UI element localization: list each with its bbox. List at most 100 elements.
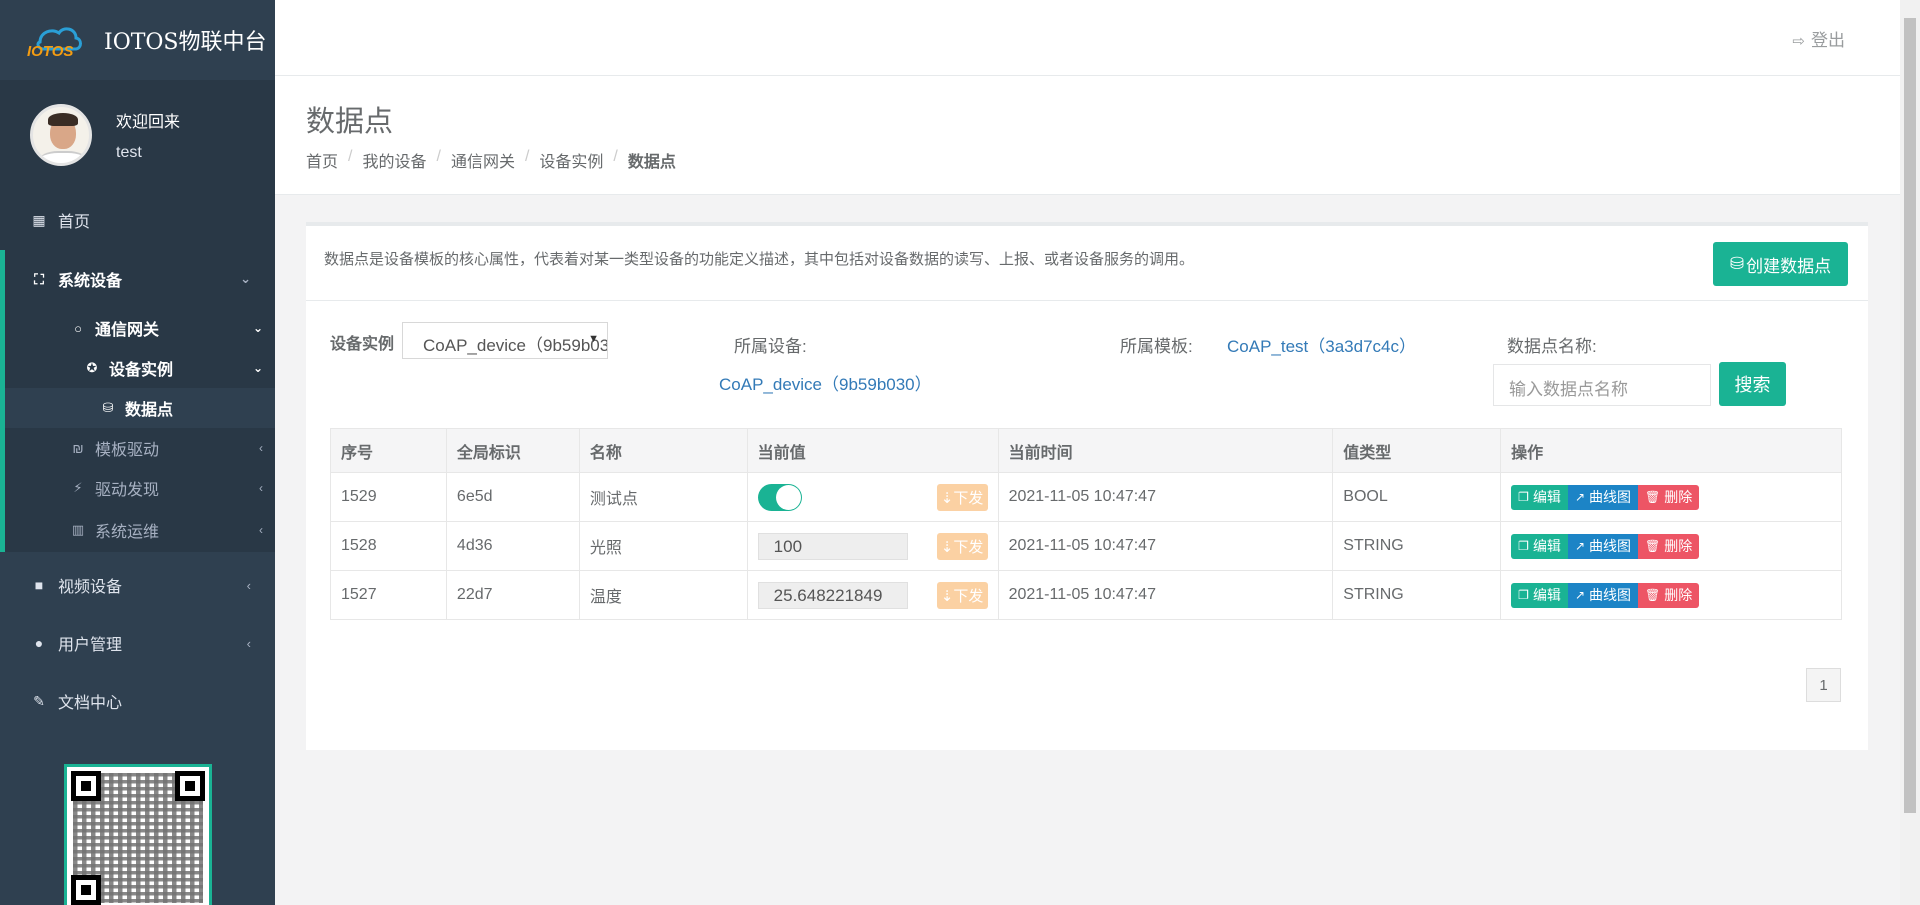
- sidebar-item-system-ops[interactable]: ▥ 系统运维 ‹: [5, 508, 275, 552]
- sidebar-item-driver-discovery[interactable]: ⚡ 驱动发现 ‹: [5, 468, 275, 508]
- send-label: 下发: [953, 588, 984, 605]
- cell-time: 2021-11-05 10:47:47: [997, 521, 1334, 571]
- page-title: 数据点: [306, 106, 394, 138]
- empire-icon: ✪: [86, 360, 98, 375]
- edit-button[interactable]: ❐ 编辑: [1511, 484, 1568, 510]
- send-button[interactable]: ⇣ 下发: [936, 484, 988, 511]
- send-button[interactable]: ⇣ 下发: [936, 533, 988, 560]
- chart-label: 曲线图: [1589, 489, 1631, 505]
- sidebar-item-home[interactable]: ▦ 首页: [0, 190, 275, 250]
- delete-label: 删除: [1664, 489, 1693, 505]
- cell-name: 光照: [578, 521, 748, 571]
- sidebar-item-label: 首页: [58, 214, 91, 231]
- device-link[interactable]: CoAP_device（9b59b030）: [719, 370, 932, 395]
- template-link[interactable]: CoAP_test（3a3d7c4c）: [1227, 332, 1416, 357]
- instance-select-value: CoAP_device（9b59b030）: [423, 336, 607, 355]
- value-input[interactable]: 25.648221849: [757, 581, 908, 609]
- sidebar: IOTOS IOTOS物联中台 欢迎回来 test ▦ 首页 ⛶ 系统设备 ⌄ …: [0, 0, 275, 905]
- search-button[interactable]: 搜索: [1719, 362, 1786, 406]
- cell-time: 2021-11-05 10:47:47: [997, 570, 1334, 620]
- sidebar-item-user-management[interactable]: ● 用户管理 ‹: [0, 614, 275, 672]
- edit-button[interactable]: ❐ 编辑: [1511, 533, 1568, 559]
- cell-id: 1527: [330, 570, 447, 620]
- sidebar-item-device-instance[interactable]: ✪ 设备实例 ⌄: [5, 348, 275, 388]
- sidebar-item-system-devices[interactable]: ⛶ 系统设备 ⌄: [5, 250, 275, 308]
- send-label: 下发: [953, 490, 984, 507]
- sidebar-item-label: 驱动发现: [95, 482, 160, 499]
- sidebar-item-label: 系统运维: [95, 524, 160, 541]
- chevron-left-icon: ‹: [246, 635, 251, 651]
- sidebar-item-gateway[interactable]: ○ 通信网关 ⌄: [5, 308, 275, 348]
- logout-label: 登出: [1811, 31, 1845, 50]
- column-header[interactable]: 全局标识: [445, 428, 580, 473]
- table-row: 1528 4d36 光照 100 ⇣ 下发 2021-11-05 10:47:47…: [330, 521, 1842, 571]
- profile-username[interactable]: test: [116, 144, 180, 162]
- column-header[interactable]: 名称: [578, 428, 748, 473]
- create-data-point-button[interactable]: ⛁ 创建数据点: [1713, 242, 1848, 286]
- caret-down-icon: ▼: [588, 333, 599, 345]
- cell-id: 1529: [330, 472, 447, 522]
- sidebar-item-label: 模板驱动: [95, 442, 160, 459]
- chart-label: 曲线图: [1589, 587, 1631, 603]
- brand-logo-text: IOTOS: [27, 43, 73, 60]
- cell-type: BOOL: [1332, 472, 1502, 522]
- scrollbar-thumb[interactable]: [1904, 18, 1916, 813]
- chart-button[interactable]: ↗ 曲线图: [1567, 484, 1638, 510]
- sign-out-icon: ⇨: [1792, 33, 1805, 50]
- plug-icon: ⚡: [73, 480, 83, 495]
- column-header[interactable]: 值类型: [1332, 428, 1502, 473]
- template-label: 所属模板:: [1120, 337, 1193, 356]
- edit-label: 编辑: [1532, 587, 1561, 603]
- data-point-name-input[interactable]: 输入数据点名称: [1493, 364, 1711, 406]
- sidebar-item-label: 用户管理: [58, 637, 123, 654]
- bar-chart-icon: ▥: [71, 522, 85, 537]
- edit-label: 编辑: [1532, 538, 1561, 554]
- chart-label: 曲线图: [1589, 538, 1631, 554]
- chart-button[interactable]: ↗ 曲线图: [1567, 582, 1638, 608]
- logout-link[interactable]: ⇨ 登出: [1792, 26, 1845, 51]
- data-point-panel: 数据点是设备模板的核心属性，代表着对某一类型设备的功能定义描述，其中包括对设备数…: [306, 222, 1868, 750]
- delete-label: 删除: [1664, 538, 1693, 554]
- instance-select[interactable]: CoAP_device（9b59b030） ▼: [402, 322, 608, 359]
- edit-button[interactable]: ❐ 编辑: [1511, 582, 1568, 608]
- chevron-left-icon: ‹: [246, 577, 251, 593]
- delete-button[interactable]: 🗑 删除: [1638, 533, 1700, 559]
- sidebar-item-label: 数据点: [125, 402, 174, 419]
- sidebar-item-label: 系统设备: [58, 273, 123, 290]
- column-header[interactable]: 当前时间: [997, 428, 1334, 473]
- send-label: 下发: [953, 539, 984, 556]
- chart-button[interactable]: ↗ 曲线图: [1567, 533, 1638, 559]
- breadcrumb-current: 数据点: [627, 154, 676, 171]
- delete-button[interactable]: 🗑 删除: [1638, 582, 1700, 608]
- sidebar-item-doc-center[interactable]: ✎ 文档中心: [0, 672, 275, 730]
- scrollbar[interactable]: [1900, 0, 1920, 905]
- trash-icon: 🗑: [1645, 490, 1661, 504]
- profile-greeting: 欢迎回来: [116, 114, 181, 131]
- pagination-page[interactable]: 1: [1806, 668, 1841, 702]
- breadcrumb-device-instance[interactable]: 设备实例: [539, 148, 603, 172]
- breadcrumb-gateway[interactable]: 通信网关: [451, 148, 515, 172]
- copy-icon: ❐: [1518, 588, 1529, 602]
- chevron-left-icon: ‹: [259, 481, 263, 495]
- trash-icon: 🗑: [1645, 588, 1661, 602]
- column-header[interactable]: 序号: [330, 428, 447, 473]
- breadcrumb-my-devices[interactable]: 我的设备: [362, 148, 426, 172]
- breadcrumb-home[interactable]: 首页: [306, 148, 338, 172]
- delete-button[interactable]: 🗑 删除: [1638, 484, 1700, 510]
- qr-code: [64, 764, 212, 905]
- database-icon: ⛁: [102, 400, 114, 415]
- send-button[interactable]: ⇣ 下发: [936, 582, 988, 609]
- cell-global-id: 4d36: [445, 521, 580, 571]
- copy-icon: ❐: [1518, 539, 1529, 553]
- column-header[interactable]: 当前值: [746, 428, 999, 473]
- divider: [306, 300, 1868, 301]
- avatar[interactable]: [30, 104, 92, 166]
- value-toggle[interactable]: [757, 483, 802, 511]
- sidebar-item-data-point[interactable]: ⛁ 数据点: [5, 388, 275, 428]
- value-input[interactable]: 100: [757, 532, 908, 560]
- chevron-down-icon: ⌄: [252, 361, 263, 375]
- sidebar-item-video-devices[interactable]: ■ 视频设备 ‹: [0, 556, 275, 614]
- data-point-table: 序号 全局标识 名称 当前值 当前时间 值类型 操作 1529 6e5d 测试点…: [330, 428, 1842, 620]
- cell-value: 100 ⇣ 下发: [746, 521, 999, 571]
- sidebar-item-template-driver[interactable]: ₪ 模板驱动 ‹: [5, 428, 275, 468]
